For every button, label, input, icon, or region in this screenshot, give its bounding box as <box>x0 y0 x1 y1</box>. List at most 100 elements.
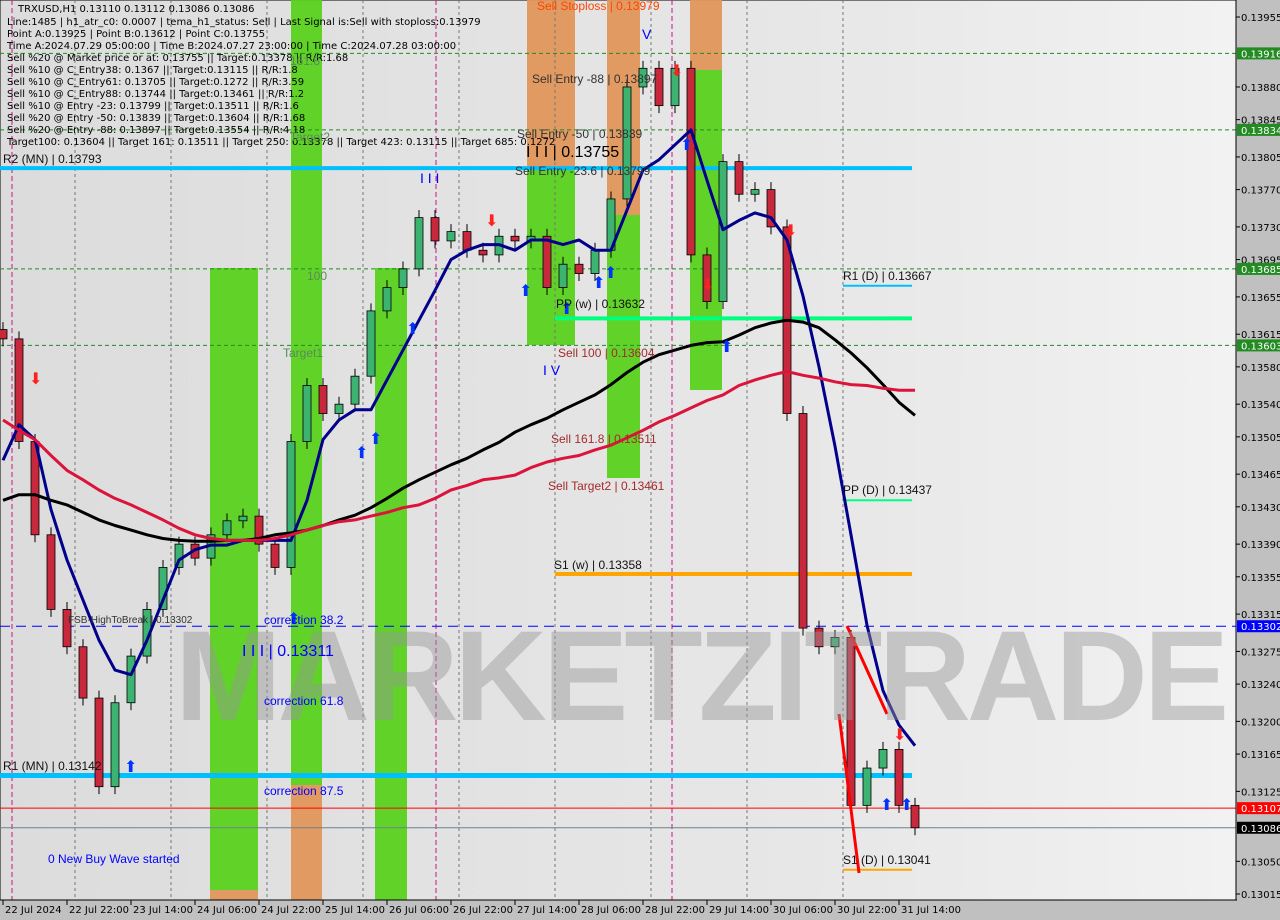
time-tick-label: 25 Jul 14:00 <box>325 905 385 916</box>
candle <box>750 189 760 195</box>
info-line: Line:1485 | h1_atr_c0: 0.0007 | tema_h1_… <box>7 17 481 28</box>
price-tick-label: 0.13580 <box>1241 363 1280 374</box>
candle <box>414 217 424 270</box>
price-tick-label: 0.13430 <box>1241 503 1280 514</box>
candle <box>398 268 408 288</box>
candle <box>878 748 888 769</box>
candle <box>318 385 328 414</box>
candle <box>462 231 472 251</box>
buy-arrow-icon: ⬆ <box>406 321 419 338</box>
price-axis-panel[interactable] <box>1237 0 1280 920</box>
zone-100-label: 100 <box>307 269 328 283</box>
buy-arrow-icon: ⬆ <box>680 137 693 154</box>
s1-weekly-label: S1 (w) | 0.13358 <box>554 558 642 572</box>
price-tick-label: 0.13125 <box>1241 787 1280 798</box>
buy-arrow-icon: ⬆ <box>880 797 893 814</box>
sell-stoploss-label: Sell Stoploss | 0.13979 <box>537 0 660 13</box>
buy-arrow-icon: ⬆ <box>604 265 617 282</box>
time-tick-label: 30 Jul 22:00 <box>837 905 897 916</box>
wave-v-label: V <box>642 26 652 42</box>
price-tick-label: 0.13355 <box>1241 573 1280 584</box>
time-tick-label: 30 Jul 06:00 <box>773 905 833 916</box>
fsb-high-to-break-label: FSB-HighToBreak | 0.13302 <box>68 615 193 626</box>
candle <box>510 235 520 242</box>
candle <box>558 263 568 288</box>
price-tick-label: 0.13050 <box>1241 857 1280 868</box>
signal-zone <box>210 890 258 900</box>
price-tag-label: 0.13302 <box>1241 622 1280 633</box>
sell-arrow-icon: ⬇ <box>485 213 498 230</box>
candle <box>286 441 296 568</box>
sell-arrow-icon: ⬇ <box>784 223 797 240</box>
time-tick-label: 28 Jul 06:00 <box>581 905 641 916</box>
price-tick-label: 0.13655 <box>1241 293 1280 304</box>
candle <box>542 235 552 288</box>
candle <box>718 161 728 302</box>
price-tick-label: 0.13805 <box>1241 153 1280 164</box>
candle <box>622 86 632 200</box>
sell-target2-label: Sell Target2 | 0.13461 <box>548 479 665 493</box>
r1-daily-label: R1 (D) | 0.13667 <box>843 269 932 283</box>
price-tick-label: 0.13505 <box>1241 433 1280 444</box>
time-tick-label: 27 Jul 14:00 <box>517 905 577 916</box>
time-tick-label: 22 Jul 22:00 <box>69 905 129 916</box>
candle <box>446 231 456 242</box>
candle <box>366 310 376 377</box>
time-tick-label: 23 Jul 14:00 <box>133 905 193 916</box>
buy-arrow-icon: ⬆ <box>519 283 532 300</box>
sell-100-label: Sell 100 | 0.13604 <box>558 346 655 360</box>
price-tag-label: 0.13834 <box>1241 126 1280 137</box>
price-tag-label: 0.13107 <box>1241 804 1280 815</box>
info-line: Sell %10 @ C_Entry38: 0.1367 || Target:0… <box>7 65 298 76</box>
candle <box>46 534 56 610</box>
pp-daily-label: PP (D) | 0.13437 <box>843 483 932 497</box>
info-line: Target100: 0.13604 || Target 161: 0.1351… <box>7 137 556 148</box>
buy-arrow-icon: ⬆ <box>124 759 137 776</box>
zone-161-label: 161.8 <box>290 54 321 68</box>
price-tick-label: 0.13465 <box>1241 470 1280 481</box>
r1-monthly-label: R1 (MN) | 0.13142 <box>3 759 102 773</box>
candle <box>110 702 120 788</box>
candle <box>350 375 360 405</box>
time-tick-label: 24 Jul 06:00 <box>197 905 257 916</box>
sell-161-label: Sell 161.8 | 0.13511 <box>551 432 657 446</box>
candle <box>590 249 600 274</box>
sell-arrow-icon: ⬇ <box>670 63 683 80</box>
signal-zone <box>375 268 407 900</box>
price-tick-label: 0.13730 <box>1241 223 1280 234</box>
candle <box>862 767 872 806</box>
sell-arrow-icon: ⬇ <box>29 371 42 388</box>
sell-entry-50-label: Sell Entry -50 | 0.13839 <box>517 127 643 141</box>
candle <box>302 385 312 442</box>
buy-arrow-icon: ⬆ <box>720 339 733 356</box>
time-tick-label: 24 Jul 22:00 <box>261 905 321 916</box>
price-tick-label: 0.13540 <box>1241 400 1280 411</box>
new-buy-wave-label: 0 New Buy Wave started <box>48 852 180 866</box>
correction-61-label: correction 61.8 <box>264 694 344 708</box>
time-tick-label: 26 Jul 22:00 <box>453 905 513 916</box>
signal-zone <box>210 268 258 890</box>
candle <box>478 249 488 256</box>
wave-iv-label: I V <box>543 362 561 378</box>
candle <box>94 697 104 788</box>
price-tag-label: 0.13916 <box>1241 49 1280 60</box>
price-tick-label: 0.13955 <box>1241 13 1280 24</box>
buy-arrow-icon: ⬆ <box>369 431 382 448</box>
info-line: Point A:0.13925 | Point B:0.13612 | Poin… <box>7 29 266 40</box>
price-tick-label: 0.13275 <box>1241 647 1280 658</box>
price-tag-label: 0.13086 <box>1241 824 1280 835</box>
signal-zone <box>291 785 322 900</box>
candle <box>430 217 440 242</box>
info-line: Sell %10 @ Entry -23: 0.13799 || Target:… <box>7 101 299 112</box>
zone-target2-label: Target2 <box>290 130 331 144</box>
price-tick-label: 0.13880 <box>1241 83 1280 94</box>
price-tick-label: 0.13200 <box>1241 717 1280 728</box>
correction-38-label: correction 38.2 <box>264 613 344 627</box>
sell-arrow-icon: ⬇ <box>701 277 714 294</box>
correction-87-label: correction 87.5 <box>264 784 344 798</box>
price-tick-label: 0.13165 <box>1241 750 1280 761</box>
candle <box>798 413 808 629</box>
price-tick-label: 0.13390 <box>1241 540 1280 551</box>
time-tick-label: 29 Jul 14:00 <box>709 905 769 916</box>
candle <box>270 543 280 568</box>
